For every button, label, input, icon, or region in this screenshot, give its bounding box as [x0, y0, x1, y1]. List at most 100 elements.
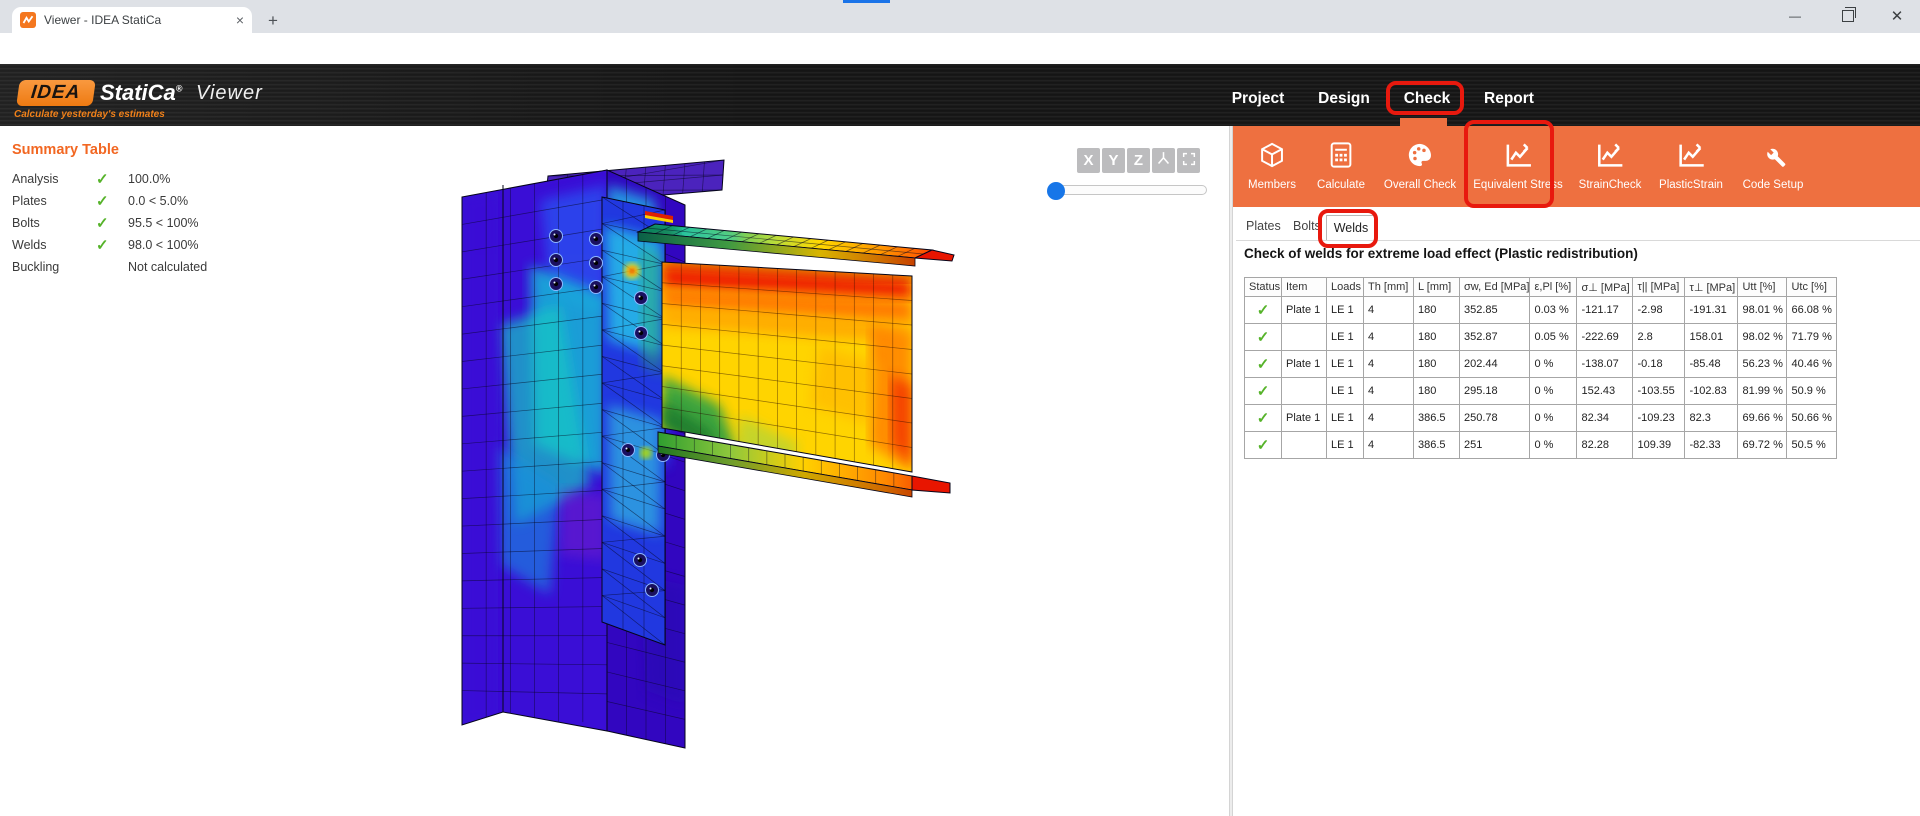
- view-y-button[interactable]: Y: [1102, 148, 1125, 173]
- table-cell: 4: [1364, 378, 1414, 405]
- table-cell: 180: [1414, 378, 1460, 405]
- column-header: Status: [1245, 278, 1282, 297]
- status-cell: ✓: [1245, 432, 1282, 459]
- table-cell: 386.5: [1414, 432, 1460, 459]
- table-cell: 4: [1364, 297, 1414, 324]
- table-row: ✓LE 14180352.870.05 %-222.692.8158.0198.…: [1245, 324, 1837, 351]
- app-header: IDEA StatiCa® Viewer Calculate yesterday…: [0, 64, 1920, 126]
- table-cell: Plate 1: [1282, 297, 1327, 324]
- new-tab-button[interactable]: +: [262, 10, 284, 32]
- wrench-icon: [1760, 136, 1787, 174]
- check-icon: ✓: [96, 214, 128, 232]
- tab-welds[interactable]: Welds: [1326, 215, 1376, 240]
- table-cell: 0.03 %: [1530, 297, 1577, 324]
- table-cell: 2.8: [1633, 324, 1685, 351]
- table-cell: 250.78: [1460, 405, 1530, 432]
- tab-close-icon[interactable]: ×: [236, 13, 244, 27]
- pass-check-icon: ✓: [1257, 329, 1270, 346]
- weld-check-table: StatusItemLoadsTh [mm]L [mm]σw, Ed [MPa]…: [1244, 277, 1837, 459]
- table-cell: -191.31: [1685, 297, 1738, 324]
- table-cell: [1282, 324, 1327, 351]
- view-isometric-button[interactable]: [1152, 148, 1175, 173]
- window-minimize-button[interactable]: —: [1772, 0, 1818, 32]
- deformation-slider[interactable]: [1048, 185, 1207, 195]
- table-cell: 50.9 %: [1787, 378, 1837, 405]
- table-cell: 352.85: [1460, 297, 1530, 324]
- ribbon-calculate[interactable]: Calculate: [1317, 136, 1365, 191]
- ribbon-equivalent-stress[interactable]: Equivalent Stress: [1473, 136, 1563, 191]
- browser-tab-bar: Viewer - IDEA StatiCa × + — ✕: [0, 0, 1920, 33]
- table-cell: 180: [1414, 351, 1460, 378]
- tab-bolts[interactable]: Bolts: [1291, 219, 1323, 233]
- tab-title: Viewer - IDEA StatiCa: [44, 13, 204, 27]
- summary-row-buckling: BucklingNot calculated: [12, 256, 262, 278]
- expand-icon: [1181, 151, 1197, 171]
- table-cell: 40.46 %: [1787, 351, 1837, 378]
- table-cell: LE 1: [1327, 405, 1364, 432]
- table-cell: 0 %: [1530, 378, 1577, 405]
- table-cell: -82.33: [1685, 432, 1738, 459]
- view-z-button[interactable]: Z: [1127, 148, 1150, 173]
- pass-check-icon: ✓: [1257, 410, 1270, 427]
- table-cell: 82.28: [1577, 432, 1633, 459]
- table-row: ✓Plate 1LE 14386.5250.780 %82.34-109.238…: [1245, 405, 1837, 432]
- table-cell: 98.02 %: [1738, 324, 1787, 351]
- table-cell: Plate 1: [1282, 351, 1327, 378]
- table-cell: 180: [1414, 324, 1460, 351]
- ribbon-code-setup[interactable]: Code Setup: [1743, 136, 1804, 191]
- window-restore-button[interactable]: [1825, 0, 1871, 32]
- table-cell: 50.5 %: [1787, 432, 1837, 459]
- statica-wordmark: StatiCa®: [100, 80, 182, 106]
- table-cell: 295.18: [1460, 378, 1530, 405]
- view-x-button[interactable]: X: [1077, 148, 1100, 173]
- table-cell: LE 1: [1327, 324, 1364, 351]
- table-cell: 251: [1460, 432, 1530, 459]
- table-cell: 98.01 %: [1738, 297, 1787, 324]
- table-cell: -0.18: [1633, 351, 1685, 378]
- table-cell: LE 1: [1327, 378, 1364, 405]
- fit-view-button[interactable]: [1177, 148, 1200, 173]
- chart-icon: [1595, 136, 1625, 174]
- nav-design[interactable]: Design: [1312, 86, 1376, 112]
- check-icon: ✓: [96, 170, 128, 188]
- pass-check-icon: ✓: [1257, 356, 1270, 373]
- ribbon-plasticstrain[interactable]: PlasticStrain: [1659, 136, 1723, 191]
- slider-thumb[interactable]: [1047, 182, 1065, 200]
- browser-tab[interactable]: Viewer - IDEA StatiCa ×: [12, 7, 252, 33]
- table-cell: 180: [1414, 297, 1460, 324]
- nav-project[interactable]: Project: [1226, 86, 1291, 112]
- ribbon-members[interactable]: Members: [1248, 136, 1296, 191]
- palette-icon: [1406, 136, 1434, 174]
- viewer-canvas[interactable]: Summary Table Analysis✓100.0% Plates✓0.0…: [0, 126, 1229, 816]
- table-cell: -138.07: [1577, 351, 1633, 378]
- column-header: Utt [%]: [1738, 278, 1787, 297]
- panel-splitter[interactable]: [1229, 126, 1233, 816]
- status-cell: ✓: [1245, 405, 1282, 432]
- table-cell: 352.87: [1460, 324, 1530, 351]
- table-cell: -2.98: [1633, 297, 1685, 324]
- column-header: τ⊥ [MPa]: [1685, 278, 1738, 297]
- pass-check-icon: ✓: [1257, 302, 1270, 319]
- check-section-title: Check of welds for extreme load effect (…: [1244, 246, 1638, 261]
- logo-tagline: Calculate yesterday's estimates: [14, 109, 165, 120]
- table-cell: 109.39: [1633, 432, 1685, 459]
- product-name: Viewer: [196, 82, 263, 105]
- window-close-button[interactable]: ✕: [1874, 0, 1920, 32]
- nav-report[interactable]: Report: [1478, 86, 1540, 112]
- nav-check[interactable]: Check: [1398, 86, 1457, 112]
- ribbon-overall-check[interactable]: Overall Check: [1384, 136, 1456, 191]
- ribbon-straincheck[interactable]: StrainCheck: [1579, 136, 1642, 191]
- tab-plates[interactable]: Plates: [1244, 219, 1283, 233]
- beam-bottom-flange-tip: [912, 476, 950, 493]
- table-cell: LE 1: [1327, 297, 1364, 324]
- chart-icon: [1676, 136, 1706, 174]
- table-cell: 56.23 %: [1738, 351, 1787, 378]
- chart-icon: [1503, 136, 1533, 174]
- column-header: τ|| [MPa]: [1633, 278, 1685, 297]
- fem-model-3d[interactable]: [440, 145, 970, 805]
- table-cell: 66.08 %: [1787, 297, 1837, 324]
- table-cell: 69.66 %: [1738, 405, 1787, 432]
- status-cell: ✓: [1245, 297, 1282, 324]
- table-row: ✓LE 14180295.180 %152.43-103.55-102.8381…: [1245, 378, 1837, 405]
- summary-row-analysis: Analysis✓100.0%: [12, 168, 262, 190]
